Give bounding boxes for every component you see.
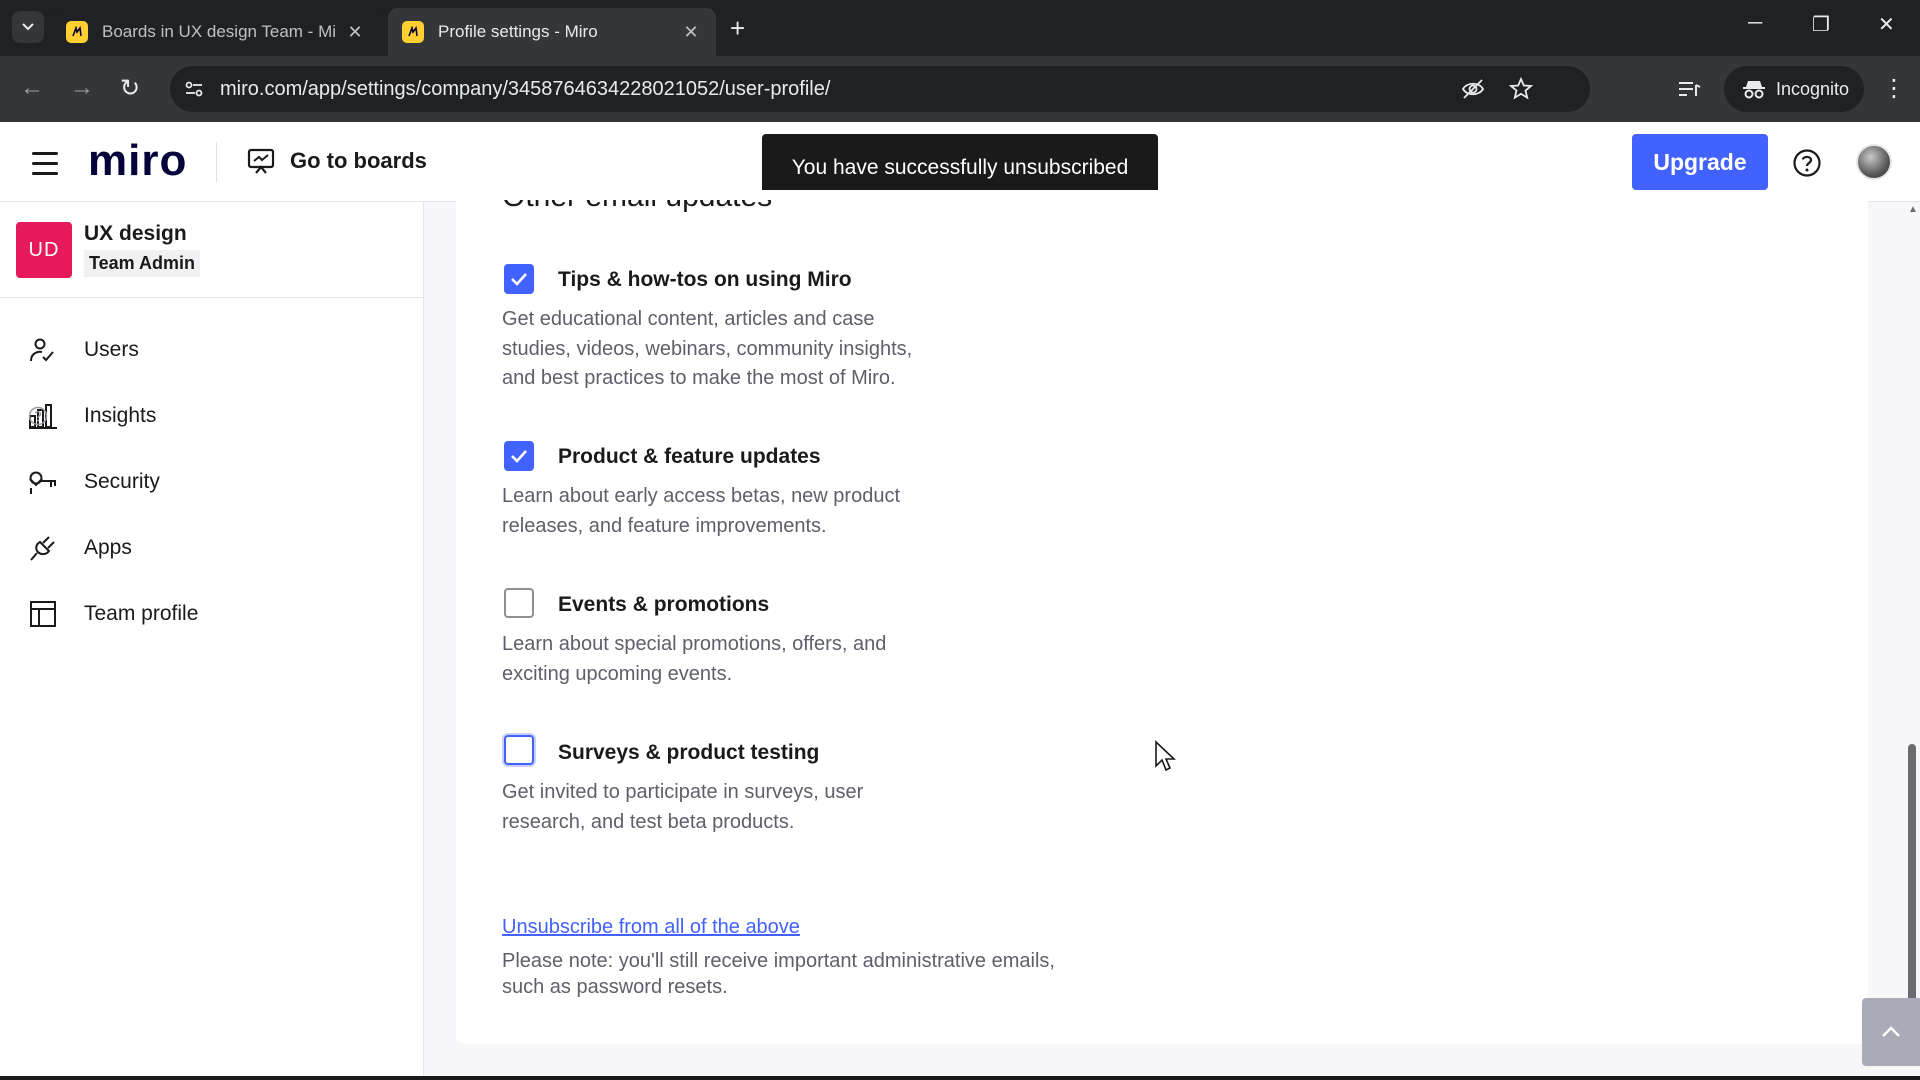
- boards-icon: [247, 148, 275, 174]
- tab-title: Profile settings - Miro: [438, 22, 598, 41]
- star-icon[interactable]: [1508, 76, 1534, 102]
- sidebar-item-apps[interactable]: Apps: [0, 520, 424, 576]
- admin-email-note: Please note: you'll still receive import…: [502, 948, 1122, 1000]
- back-icon[interactable]: ←: [20, 74, 44, 102]
- incognito-label: Incognito: [1776, 78, 1850, 99]
- desc-line: Get invited to participate in surveys, u…: [502, 781, 864, 803]
- chevron-up-icon: [1882, 1026, 1900, 1037]
- new-tab-button[interactable]: +: [730, 14, 745, 42]
- scroll-up-arrow-icon[interactable]: ▲: [1908, 204, 1918, 215]
- browser-menu-icon[interactable]: ⋮: [1882, 74, 1906, 103]
- forward-icon[interactable]: →: [70, 74, 94, 102]
- note-line: Please note: you'll still receive import…: [502, 950, 1055, 972]
- sidebar-item-security[interactable]: Security: [0, 454, 424, 510]
- sidebar-item-label: Users: [84, 338, 139, 361]
- pref-description: Learn about special promotions, offers, …: [502, 630, 962, 689]
- address-bar[interactable]: miro.com/app/settings/company/3458764634…: [170, 66, 1590, 112]
- pref-description: Get educational content, articles and ca…: [502, 305, 962, 394]
- taskbar-edge: [0, 1076, 1920, 1080]
- user-avatar[interactable]: [1856, 144, 1892, 180]
- scrollbar-thumb[interactable]: [1908, 744, 1916, 1040]
- info-icon[interactable]: [28, 406, 48, 426]
- desc-line: research, and test beta products.: [502, 810, 795, 833]
- users-icon: [30, 338, 54, 362]
- media-queue-icon[interactable]: [1676, 76, 1702, 102]
- minimize-icon[interactable]: ─: [1748, 12, 1762, 35]
- miro-favicon-icon: [66, 21, 88, 43]
- header-divider: [216, 142, 217, 182]
- surveys-checkbox[interactable]: [504, 735, 534, 765]
- layout-icon: [30, 601, 56, 627]
- plug-icon: [30, 536, 55, 561]
- tips-checkbox[interactable]: [504, 264, 534, 294]
- pref-description: Learn about early access betas, new prod…: [502, 482, 962, 541]
- desc-line: and best practices to make the most of M…: [502, 367, 896, 389]
- unsubscribe-all-link[interactable]: Unsubscribe from all of the above: [502, 916, 800, 939]
- sidebar-item-label: Apps: [84, 536, 132, 559]
- sidebar-item-label: Team profile: [84, 602, 199, 625]
- incognito-icon: [1743, 81, 1765, 99]
- desc-line: releases, and feature improvements.: [502, 514, 827, 537]
- incognito-indicator[interactable]: Incognito: [1724, 66, 1864, 112]
- back-to-top-button[interactable]: [1862, 998, 1920, 1066]
- miro-favicon-icon: [402, 21, 424, 43]
- pref-title: Events & promotions: [558, 593, 770, 616]
- pref-title: Surveys & product testing: [558, 741, 820, 764]
- miro-logo[interactable]: miro: [88, 136, 187, 186]
- tab-boards[interactable]: Boards in UX design Team - Mi ✕: [52, 8, 380, 56]
- tab-profile-settings[interactable]: Profile settings - Miro ✕: [388, 8, 716, 56]
- chevron-down-icon[interactable]: [28, 477, 44, 487]
- note-line: such as password resets.: [502, 976, 728, 998]
- mouse-cursor-icon: [1155, 740, 1176, 772]
- window-close-icon[interactable]: ✕: [1878, 12, 1895, 37]
- tab-search-button[interactable]: [12, 11, 44, 43]
- site-settings-icon[interactable]: [182, 77, 206, 101]
- pref-title: Tips & how-tos on using Miro: [558, 268, 852, 291]
- settings-sidebar: UD UX design Team Admin Users Insights S…: [0, 202, 424, 1080]
- reload-icon[interactable]: ↻: [120, 74, 140, 103]
- team-badge: UD: [16, 222, 72, 278]
- pref-description: Get invited to participate in surveys, u…: [502, 778, 962, 837]
- tab-title: Boards in UX design Team - Mi: [102, 22, 337, 41]
- upgrade-button[interactable]: Upgrade: [1632, 134, 1768, 190]
- team-name: UX design: [84, 222, 187, 245]
- check-icon: [511, 273, 527, 286]
- desc-line: Learn about early access betas, new prod…: [502, 485, 901, 507]
- close-icon[interactable]: ✕: [680, 22, 702, 43]
- check-icon: [511, 450, 527, 463]
- team-role-badge: Team Admin: [84, 250, 201, 277]
- product-updates-checkbox[interactable]: [504, 441, 534, 471]
- sidebar-item-label: Insights: [84, 404, 157, 427]
- browser-tab-bar: Boards in UX design Team - Mi ✕ Profile …: [0, 0, 1920, 56]
- desc-line: Learn about special promotions, offers, …: [502, 633, 887, 655]
- help-icon[interactable]: [1792, 148, 1822, 178]
- restore-icon[interactable]: ❐: [1812, 12, 1830, 37]
- sidebar-item-team-profile[interactable]: Team profile: [0, 586, 424, 642]
- url-text: miro.com/app/settings/company/3458764634…: [220, 78, 831, 100]
- sidebar-item-users[interactable]: Users: [0, 322, 424, 378]
- hamburger-menu-icon[interactable]: [32, 152, 58, 182]
- chevron-down-icon: [22, 23, 34, 31]
- go-to-boards-button[interactable]: Go to boards: [246, 146, 427, 176]
- pref-title: Product & feature updates: [558, 445, 821, 468]
- desc-line: exciting upcoming events.: [502, 662, 733, 685]
- eye-off-icon[interactable]: [1460, 76, 1486, 102]
- go-to-boards-label: Go to boards: [290, 148, 427, 173]
- desc-line: Get educational content, articles and ca…: [502, 308, 875, 330]
- sidebar-item-label: Security: [84, 470, 160, 493]
- team-switcher[interactable]: UD UX design Team Admin: [0, 202, 424, 298]
- events-checkbox[interactable]: [504, 588, 534, 618]
- sidebar-item-insights[interactable]: Insights: [0, 388, 424, 444]
- close-icon[interactable]: ✕: [344, 22, 366, 43]
- desc-line: studies, videos, webinars, community ins…: [502, 337, 913, 360]
